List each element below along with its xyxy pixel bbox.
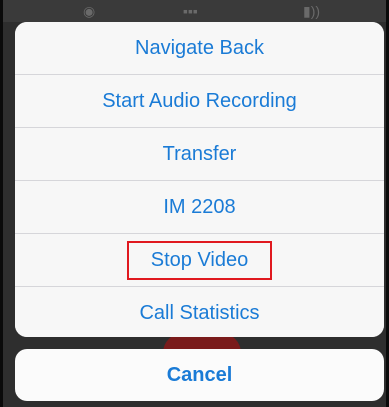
microphone-icon: ◉ <box>83 3 96 19</box>
menu-item-label: Navigate Back <box>135 36 264 59</box>
dimmed-call-toolbar: ◉ ▪▪▪ ▮)) <box>3 0 386 22</box>
menu-item-navigate-back[interactable]: Navigate Back <box>15 22 384 74</box>
menu-item-label: Call Statistics <box>139 301 260 324</box>
menu-item-label: IM 2208 <box>163 195 236 218</box>
cancel-button[interactable]: Cancel <box>15 349 384 401</box>
menu-item-stop-video[interactable]: Stop Video <box>15 233 384 286</box>
menu-item-transfer[interactable]: Transfer <box>15 127 384 180</box>
keypad-icon: ▪▪▪ <box>183 3 198 19</box>
menu-item-call-statistics[interactable]: Call Statistics <box>15 286 384 337</box>
menu-item-label: Transfer <box>162 142 237 165</box>
menu-item-im[interactable]: IM 2208 <box>15 180 384 233</box>
menu-item-label: Stop Video <box>126 240 273 280</box>
menu-item-label: Start Audio Recording <box>102 89 297 112</box>
menu-item-start-audio-recording[interactable]: Start Audio Recording <box>15 74 384 127</box>
call-screen: ◉ ▪▪▪ ▮)) Navigate Back Start Audio Reco… <box>0 0 389 407</box>
cancel-button-label: Cancel <box>166 363 233 386</box>
action-sheet: Navigate Back Start Audio Recording Tran… <box>15 22 384 337</box>
speaker-icon: ▮)) <box>303 3 321 19</box>
